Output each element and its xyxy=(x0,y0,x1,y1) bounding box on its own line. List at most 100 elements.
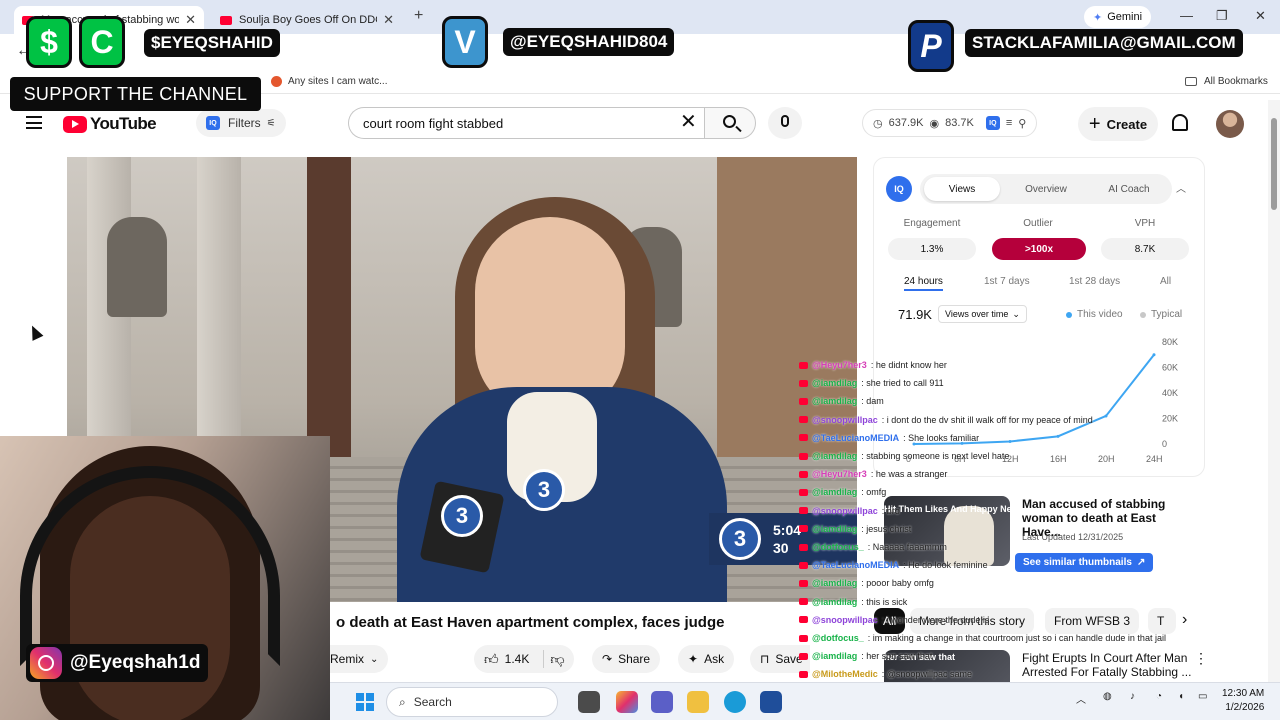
chat-message: @Heyu7her3: he didnt know her xyxy=(799,359,947,371)
chip-truncated[interactable]: T xyxy=(1148,608,1176,634)
close-tab-icon[interactable]: ✕ xyxy=(383,12,394,28)
share-label: Share xyxy=(618,652,651,666)
chat-username: @Heyu7her3 xyxy=(812,360,867,370)
close-window-button[interactable]: ✕ xyxy=(1255,8,1266,24)
youtube-chat-icon xyxy=(799,470,808,478)
voice-search-button[interactable] xyxy=(768,107,802,139)
plus-icon: + xyxy=(1088,113,1101,135)
page-scrollbar[interactable] xyxy=(1268,100,1280,682)
instagram-tag: @Eyeqshah1d xyxy=(26,644,209,682)
minimize-button[interactable]: — xyxy=(1180,8,1193,23)
microphone-icon[interactable]: ♪ xyxy=(1130,691,1135,702)
chat-username: @iamdilag xyxy=(812,523,858,534)
bookmark-item[interactable]: Any sites I cam watc... xyxy=(271,76,387,87)
chat-username: @iamdilag xyxy=(812,596,858,607)
chat-username: @iamdilag xyxy=(812,396,858,407)
youtube-chat-icon xyxy=(799,634,808,642)
copilot-icon[interactable] xyxy=(616,691,638,713)
edge-icon[interactable] xyxy=(724,691,746,713)
like-button[interactable]: 👍︎ 1.4K 👎︎ xyxy=(474,645,574,673)
chevron-up-icon[interactable]: ︿ xyxy=(1176,180,1186,195)
search-icon xyxy=(723,115,736,128)
youtube-logo[interactable]: YouTube xyxy=(63,114,157,134)
search-button[interactable] xyxy=(704,107,756,139)
create-button[interactable]: + Create xyxy=(1078,107,1158,141)
file-explorer-icon[interactable] xyxy=(687,691,709,713)
chat-username: @TaeLucianoMEDIA xyxy=(812,432,900,443)
recommendation-updated: Last Updated 12/31/2025 xyxy=(1022,532,1124,542)
x-tick-label: 20H xyxy=(1098,454,1115,464)
see-similar-thumbnails-button[interactable]: See similar thumbnails ↗ xyxy=(1015,553,1154,572)
more-options-icon[interactable]: ⋮ xyxy=(1194,650,1204,667)
ask-label: Ask xyxy=(704,652,725,666)
task-view-icon[interactable] xyxy=(578,691,600,713)
battery-icon[interactable]: ▭ xyxy=(1198,691,1207,702)
chip-from-wfsb[interactable]: From WFSB 3 xyxy=(1045,608,1140,634)
chat-message: @iamdilag: dam xyxy=(799,395,884,407)
metric-engagement: 1.3% xyxy=(888,238,976,260)
range-24-hours[interactable]: 24 hours xyxy=(904,276,943,291)
tab-overview[interactable]: Overview xyxy=(1008,177,1084,201)
chat-text: : He do look feminine xyxy=(903,560,988,571)
vidiq-stats-pill[interactable]: ◷ 637.9K ◉ 83.7K IQ ≡ ⚲ xyxy=(862,109,1038,137)
all-bookmarks[interactable]: All Bookmarks xyxy=(1185,76,1268,87)
clock-icon: ◷ xyxy=(873,117,883,130)
chat-text: : stabbing someone is next level hate xyxy=(861,451,1010,461)
tab-views[interactable]: Views xyxy=(924,177,1000,201)
recommendation-title[interactable]: Fight Erupts In Court After Man Arrested… xyxy=(1022,651,1194,679)
chat-message: @snoopwillpac: bro xyxy=(799,505,900,517)
button-label: See similar thumbnails xyxy=(1023,557,1132,568)
avatar[interactable] xyxy=(1216,110,1244,138)
volume-icon[interactable]: ◖ xyxy=(1178,691,1184,702)
ask-button[interactable]: ✦ Ask xyxy=(678,645,735,673)
chevron-up-icon[interactable]: ︿ xyxy=(1076,691,1086,706)
data-point xyxy=(1152,353,1156,357)
chat-text: : pooor baby omfg xyxy=(861,578,934,589)
maximize-button[interactable]: ❐ xyxy=(1216,8,1228,24)
teams-icon[interactable] xyxy=(651,691,673,713)
site-favicon-icon xyxy=(271,76,282,87)
menu-icon[interactable] xyxy=(26,116,42,129)
scrollbar-thumb[interactable] xyxy=(1271,118,1277,210)
views-over-time-dropdown[interactable]: Views over time ⌄ xyxy=(938,305,1027,323)
legend-dot xyxy=(1140,311,1146,318)
taskbar-search[interactable]: ⌕ Search xyxy=(386,687,558,717)
new-tab-button[interactable]: + xyxy=(414,7,423,25)
data-point xyxy=(1008,439,1012,443)
taskbar-search-label: Search xyxy=(413,695,452,709)
range-all[interactable]: All xyxy=(1160,276,1171,287)
metric-label: Outlier xyxy=(1023,218,1053,229)
clear-search-icon[interactable]: ✕ xyxy=(680,112,697,132)
metric-vph: 8.7K xyxy=(1101,238,1189,260)
thumbs-down-icon[interactable]: 👎︎ xyxy=(550,651,564,668)
video-title: o death at East Haven apartment complex,… xyxy=(336,614,725,631)
cashapp-handle: $EYEQSHAHID xyxy=(144,29,280,57)
youtube-chat-icon xyxy=(799,507,808,515)
gemini-icon: ✦ xyxy=(1093,11,1103,24)
range-first-7-days[interactable]: 1st 7 days xyxy=(984,276,1030,287)
youtube-chat-icon xyxy=(799,670,808,678)
chat-message: @snoopwillpac: i wonder were the dude is xyxy=(799,614,989,626)
external-link-icon: ↗ xyxy=(1136,557,1146,568)
series-line-this-video xyxy=(913,354,1155,445)
notifications-bell-icon[interactable] xyxy=(1172,114,1188,131)
chat-text: : jesus christ xyxy=(861,523,912,534)
chat-text: : dam xyxy=(861,396,884,407)
chat-message: @MilotheMedic: @snoopwillpac same xyxy=(799,668,972,680)
chevron-right-icon[interactable]: › xyxy=(1182,611,1187,629)
filters-button[interactable]: IQ Filters ⚟ xyxy=(196,109,286,137)
network-icon[interactable]: ◍ xyxy=(1103,691,1112,702)
search-input[interactable]: court room fight stabbed xyxy=(348,107,704,139)
store-icon[interactable] xyxy=(760,691,782,713)
gemini-button[interactable]: ✦ Gemini xyxy=(1084,6,1152,28)
wifi-icon[interactable]: ◔ xyxy=(1156,691,1162,702)
close-tab-icon[interactable]: ✕ xyxy=(185,12,196,28)
tab-ai-coach[interactable]: AI Coach xyxy=(1090,177,1168,201)
windows-start-icon[interactable] xyxy=(356,693,374,711)
system-clock[interactable]: 12:30 AM 1/2/2026 xyxy=(1222,687,1264,715)
share-button[interactable]: ↷ Share xyxy=(592,645,661,673)
remix-button[interactable]: Remix ⌄ xyxy=(320,645,389,673)
chat-text: : this is sick xyxy=(861,596,908,607)
building-door xyxy=(307,157,351,457)
range-first-28-days[interactable]: 1st 28 days xyxy=(1069,276,1120,287)
